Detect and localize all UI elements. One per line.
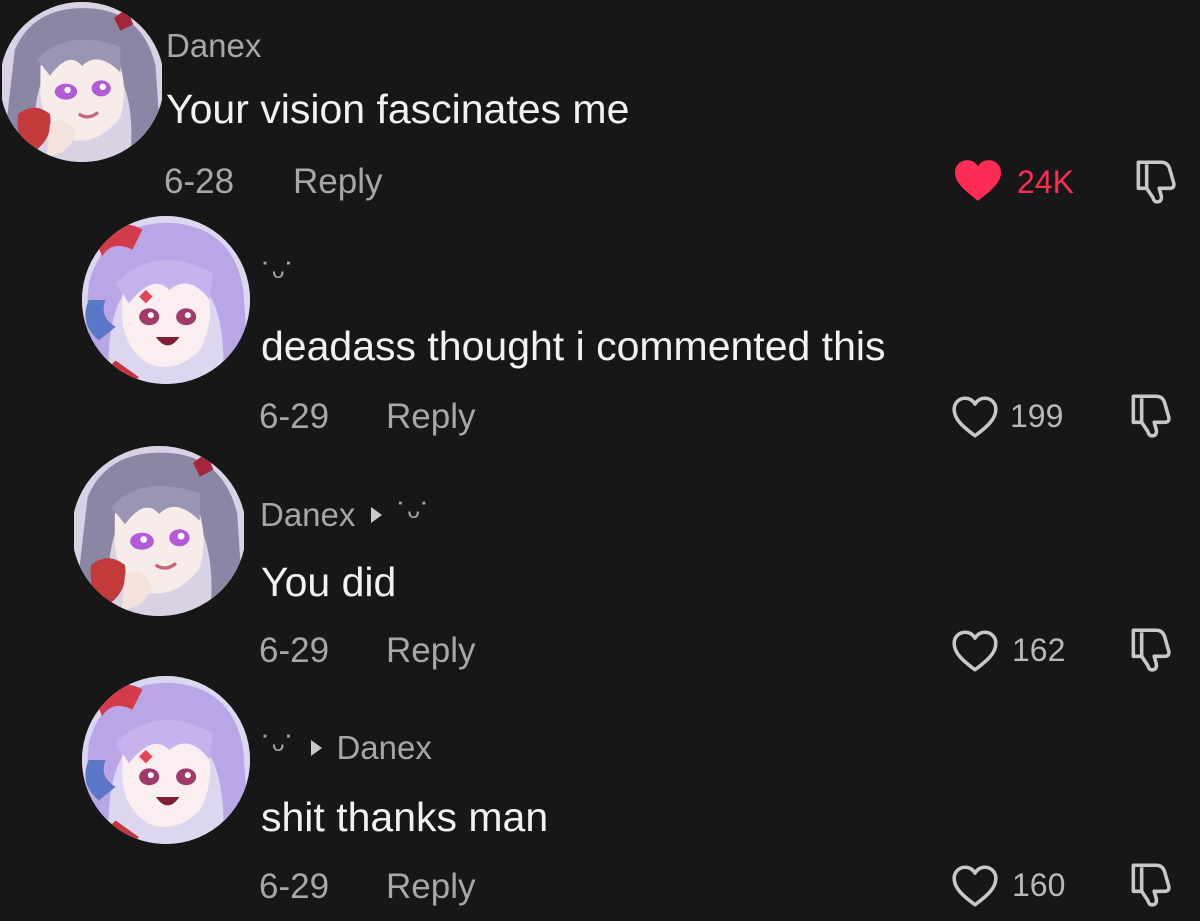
- avatar[interactable]: [72, 446, 246, 616]
- reply-button[interactable]: Reply: [386, 633, 475, 668]
- heart-outline-icon[interactable]: [950, 863, 1000, 909]
- comment-date: 6-29: [259, 631, 330, 670]
- reply-arrow-icon: [311, 739, 323, 756]
- comment-date: 6-29: [259, 397, 330, 436]
- anime-avatar-danex-icon: [72, 446, 246, 616]
- username-label[interactable]: Danex: [166, 29, 261, 62]
- comment-text: Your vision fascinates me: [166, 86, 630, 132]
- thumb-down-icon[interactable]: [1125, 390, 1175, 440]
- comment-username[interactable]: Danex ˙ᵕ˙: [260, 498, 431, 531]
- comment-text: shit thanks man: [261, 794, 549, 840]
- thumb-down-icon[interactable]: [1130, 156, 1180, 206]
- thumb-down-icon[interactable]: [1125, 624, 1175, 674]
- comment-text: You did: [261, 559, 397, 605]
- heart-filled-icon[interactable]: [952, 158, 1004, 204]
- username-label[interactable]: ˙ᵕ˙: [261, 731, 295, 764]
- reply-button[interactable]: Reply: [293, 164, 382, 199]
- username-label[interactable]: Danex: [260, 498, 355, 531]
- anime-avatar-purple-icon: [82, 676, 250, 844]
- avatar[interactable]: [82, 676, 250, 844]
- avatar[interactable]: [0, 2, 164, 162]
- comments-thread: Danex Your vision fascinates me 6-28 Rep…: [0, 0, 1200, 921]
- heart-outline-icon[interactable]: [950, 628, 1000, 674]
- avatar[interactable]: [82, 216, 250, 384]
- like-count: 162: [1012, 632, 1066, 668]
- comment-date: 6-29: [259, 867, 330, 906]
- reply-to-label[interactable]: Danex: [336, 731, 431, 764]
- reply-button[interactable]: Reply: [386, 399, 475, 434]
- like-count: 199: [1010, 398, 1064, 434]
- like-count: 160: [1012, 867, 1066, 903]
- reply-to-label[interactable]: ˙ᵕ˙: [396, 498, 430, 531]
- comment-username[interactable]: ˙ᵕ˙: [261, 258, 295, 291]
- like-count: 24K: [1017, 164, 1074, 200]
- comment-date: 6-28: [164, 162, 235, 201]
- anime-avatar-purple-icon: [82, 216, 250, 384]
- anime-avatar-danex-icon: [0, 2, 164, 162]
- comment-username[interactable]: ˙ᵕ˙ Danex: [261, 731, 432, 764]
- reply-arrow-icon: [371, 506, 383, 523]
- username-label[interactable]: ˙ᵕ˙: [261, 258, 295, 291]
- thumb-down-icon[interactable]: [1125, 859, 1175, 909]
- reply-button[interactable]: Reply: [386, 869, 475, 904]
- comment-username[interactable]: Danex: [166, 29, 261, 62]
- heart-outline-icon[interactable]: [950, 394, 1000, 440]
- comment-text: deadass thought i commented this: [261, 323, 886, 369]
